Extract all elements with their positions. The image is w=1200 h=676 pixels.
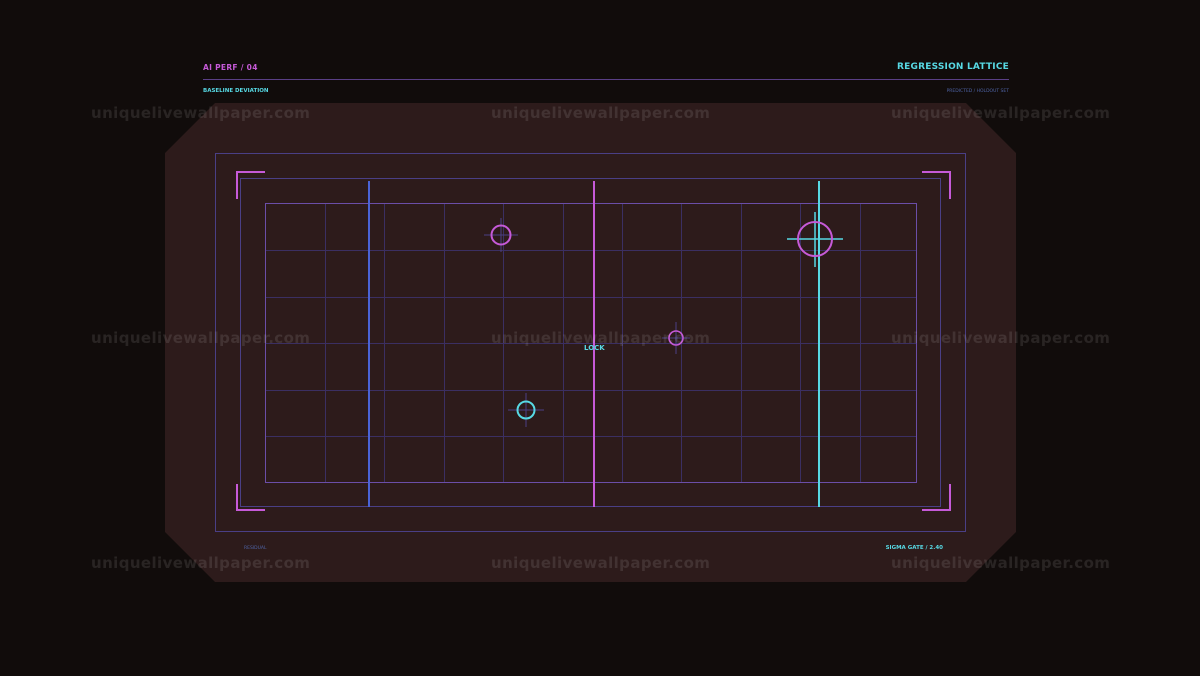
watermark-text: uniquelivewallpaper.com — [91, 329, 311, 347]
crosshair-target-2 — [787, 212, 843, 267]
watermark-text: uniquelivewallpaper.com — [491, 554, 711, 572]
watermark-text: uniquelivewallpaper.com — [891, 554, 1111, 572]
screen: AI PERF / 04 REGRESSION LATTICE BASELINE… — [0, 0, 1200, 676]
watermark-text: uniquelivewallpaper.com — [891, 329, 1111, 347]
watermark-text: uniquelivewallpaper.com — [891, 104, 1111, 122]
corner-bracket-top-left — [236, 171, 265, 199]
crosshair-target-4 — [508, 393, 544, 427]
crosshair-target-1 — [484, 218, 518, 252]
watermark-text: uniquelivewallpaper.com — [91, 104, 311, 122]
footer-left-label: RESIDUAL — [244, 546, 267, 551]
watermark-text: uniquelivewallpaper.com — [91, 554, 311, 572]
corner-bracket-top-right — [922, 171, 951, 199]
footer-right-label: SIGMA GATE / 2.40 — [885, 545, 943, 551]
watermark-text: uniquelivewallpaper.com — [491, 329, 711, 347]
watermark-text: uniquelivewallpaper.com — [491, 104, 711, 122]
